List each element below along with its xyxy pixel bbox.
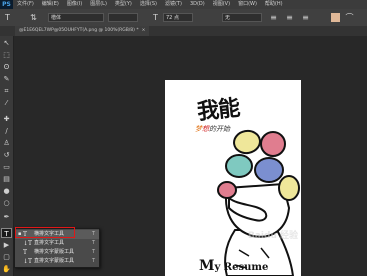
vertical-type-icon: ↓T — [23, 240, 33, 247]
document-tab[interactable]: @E1E6QEL7WP@05OUHFYT(A.png @ 100%(RGB/8)… — [15, 26, 150, 36]
type-tool-icon[interactable]: T — [1, 228, 12, 238]
menu-image[interactable]: 图像(I) — [63, 0, 86, 9]
menu-window[interactable]: 窗口(W) — [234, 0, 261, 9]
pen-tool-icon[interactable]: ✒ — [1, 212, 12, 222]
menu-select[interactable]: 选择(S) — [136, 0, 161, 9]
highlight-annotation — [15, 227, 75, 238]
lasso-tool-icon[interactable]: ʘ — [1, 62, 12, 72]
options-bar: T ⇅ 楷体 T 72 点 无 ≡ ≡ ≡ ⌒ — [0, 9, 367, 27]
font-size-select[interactable]: 72 点 — [163, 13, 193, 22]
flyout-item-vertical-type-mask[interactable]: ↓T 直排文字蒙版工具 T — [15, 257, 99, 266]
crop-tool-icon[interactable]: ⌗ — [1, 86, 12, 96]
menu-layer[interactable]: 图层(L) — [86, 0, 111, 9]
flyout-item-label: 直排文字工具 — [34, 240, 65, 246]
document-tab-bar: @E1E6QEL7WP@05OUHFYT(A.png @ 100%(RGB/8)… — [0, 26, 367, 36]
menu-type[interactable]: 类型(Y) — [111, 0, 136, 9]
hand-tool-icon[interactable]: ✋ — [1, 264, 12, 274]
font-style-select[interactable] — [108, 13, 138, 22]
gradient-tool-icon[interactable]: ▤ — [1, 174, 12, 184]
clone-stamp-tool-icon[interactable]: ♙ — [1, 138, 12, 148]
menu-edit[interactable]: 编辑(E) — [38, 0, 63, 9]
healing-brush-tool-icon[interactable]: ✚ — [1, 114, 12, 124]
warp-text-icon[interactable]: ⌒ — [344, 12, 355, 23]
menu-bar: PS 文件(F) 编辑(E) 图像(I) 图层(L) 类型(Y) 选择(S) 滤… — [0, 0, 367, 9]
poster-resume-title: My Resume — [199, 258, 268, 274]
flyout-item-shortcut: T — [91, 240, 95, 246]
font-size-icon: T — [153, 13, 158, 22]
flyout-item-label: 横排文字蒙版工具 — [34, 249, 75, 255]
flyout-item-horizontal-type-mask[interactable]: T 横排文字蒙版工具 T — [15, 248, 99, 257]
horizontal-type-mask-icon: T — [23, 249, 28, 256]
quick-select-tool-icon[interactable]: ✎ — [1, 74, 12, 84]
dodge-tool-icon[interactable]: ○ — [1, 198, 12, 208]
path-selection-tool-icon[interactable]: ▶ — [1, 240, 12, 250]
history-brush-tool-icon[interactable]: ↺ — [1, 150, 12, 160]
flyout-item-shortcut: T — [91, 249, 95, 255]
menu-view[interactable]: 视图(V) — [209, 0, 234, 9]
menu-help[interactable]: 帮助(H) — [261, 0, 287, 9]
align-center-icon[interactable]: ≡ — [284, 12, 295, 23]
move-tool-icon[interactable]: ↖ — [1, 38, 12, 48]
antialias-select[interactable]: 无 — [222, 13, 262, 22]
align-left-icon[interactable]: ≡ — [268, 12, 279, 23]
align-right-icon[interactable]: ≡ — [300, 12, 311, 23]
resume-initial: M — [199, 258, 215, 274]
vertical-type-mask-icon: ↓T — [23, 258, 33, 265]
blur-tool-icon[interactable]: ● — [1, 186, 12, 196]
tools-panel: ↖ ⬚ ʘ ✎ ⌗ ⁄ ✚ / ♙ ↺ ▭ ▤ ● ○ ✒ T ▶ ▢ ✋ — [0, 36, 14, 276]
eyedropper-tool-icon[interactable]: ⁄ — [1, 98, 12, 108]
flyout-item-shortcut: T — [91, 258, 95, 264]
document-canvas[interactable]: 我能 梦想的开始 My Resume — [165, 80, 301, 276]
close-icon[interactable]: × — [142, 28, 146, 33]
flyout-item-vertical-type[interactable]: ↓T 直排文字工具 T — [15, 239, 99, 248]
menu-3d[interactable]: 3D(D) — [186, 0, 209, 9]
shape-tool-icon[interactable]: ▢ — [1, 252, 12, 262]
eraser-tool-icon[interactable]: ▭ — [1, 162, 12, 172]
text-orientation-icon[interactable]: ⇅ — [28, 12, 39, 23]
menu-filter[interactable]: 滤镜(T) — [161, 0, 186, 9]
watermark: Baidu 经验 — [248, 231, 299, 241]
resume-rest: y Resume — [214, 262, 269, 273]
type-tool-preset-icon[interactable]: T — [2, 12, 13, 23]
font-family-select[interactable]: 楷体 — [48, 13, 104, 22]
text-color-swatch[interactable] — [331, 13, 340, 22]
brush-tool-icon[interactable]: / — [1, 126, 12, 136]
marquee-tool-icon[interactable]: ⬚ — [1, 50, 12, 60]
fist-illustration — [217, 129, 300, 276]
document-tab-label: @E1E6QEL7WP@05OUHFYT(A.png @ 100%(RGB/8)… — [19, 28, 139, 33]
flyout-item-label: 直排文字蒙版工具 — [34, 258, 75, 264]
flyout-item-shortcut: T — [91, 231, 95, 237]
menu-file[interactable]: 文件(F) — [13, 0, 38, 9]
photoshop-logo: PS — [0, 0, 13, 9]
